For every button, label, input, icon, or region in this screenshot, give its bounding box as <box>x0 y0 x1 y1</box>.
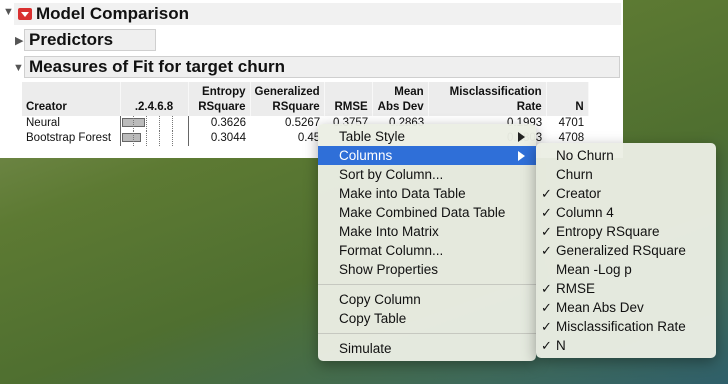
menu-item-label: Copy Column <box>339 292 421 307</box>
n-cell: 4701 <box>558 117 585 129</box>
menu-item-label: Columns <box>339 148 393 163</box>
menu-item-sort-by-column[interactable]: Sort by Column... <box>318 165 536 184</box>
page-title: Model Comparison <box>36 4 190 23</box>
col-n[interactable]: N <box>546 82 589 116</box>
entropy-cell: 0.3044 <box>210 132 246 144</box>
menu-item-copy-table[interactable]: Copy Table <box>318 309 536 328</box>
bar-cell <box>119 116 189 131</box>
column-option-label: RMSE <box>556 281 596 296</box>
column-option-misclassification-rate[interactable]: ✓ Misclassification Rate <box>536 317 716 336</box>
menu-separator <box>318 284 536 285</box>
rsquare-bar <box>121 133 141 142</box>
menu-item-table-style[interactable]: Table Style <box>318 127 536 146</box>
scale-tick <box>133 131 135 146</box>
creator-cell: Bootstrap Forest <box>26 132 112 144</box>
column-option-label: N <box>556 338 566 353</box>
menu-item-make-into-matrix[interactable]: Make Into Matrix <box>318 222 536 241</box>
scale-tick <box>158 116 160 131</box>
col-bar-scale[interactable]: .2.4.6.8 <box>120 82 189 116</box>
checkmark-icon: ✓ <box>541 300 552 315</box>
menu-item-label: Make Into Matrix <box>339 224 439 239</box>
menu-item-label: Make into Data Table <box>339 186 466 201</box>
col-misclassification-rate[interactable]: Misclassification Rate <box>428 82 547 116</box>
scale-tick <box>171 116 173 131</box>
column-option-label: Mean -Log p <box>556 262 632 277</box>
col-mean-abs-dev[interactable]: Mean Abs Dev <box>372 82 429 116</box>
menu-item-label: Simulate <box>339 341 392 356</box>
column-option-entropy-rsquare[interactable]: ✓ Entropy RSquare <box>536 222 716 241</box>
menu-item-label: Show Properties <box>339 262 439 277</box>
predictors-header[interactable]: Predictors <box>24 29 156 51</box>
column-option-label: Entropy RSquare <box>556 224 660 239</box>
column-option-mean-log-p[interactable]: Mean -Log p <box>536 260 716 279</box>
column-option-generalized-rsquare[interactable]: ✓ Generalized RSquare <box>536 241 716 260</box>
menu-item-format-column[interactable]: Format Column... <box>318 241 536 260</box>
submenu-arrow-icon <box>518 132 525 142</box>
menu-item-label: Copy Table <box>339 311 407 326</box>
context-menu: Table Style Columns Sort by Column... Make … <box>318 124 536 361</box>
scale-tick <box>146 116 148 131</box>
checkmark-icon: ✓ <box>541 338 552 353</box>
checkmark-icon: ✓ <box>541 281 552 296</box>
col-creator[interactable]: Creator <box>22 82 121 116</box>
red-triangle-menu-icon[interactable] <box>18 8 32 20</box>
scale-tick <box>158 131 160 146</box>
menu-item-label: Format Column... <box>339 243 444 258</box>
measures-header[interactable]: Measures of Fit for target churn <box>24 56 620 78</box>
column-option-churn[interactable]: Churn <box>536 165 716 184</box>
menu-item-columns[interactable]: Columns <box>318 146 536 165</box>
column-option-n[interactable]: ✓ N <box>536 336 716 355</box>
column-option-rmse[interactable]: ✓ RMSE <box>536 279 716 298</box>
disclosure-open-icon[interactable]: ▼ <box>13 62 24 74</box>
menu-item-make-combined-data-table[interactable]: Make Combined Data Table <box>318 203 536 222</box>
disclosure-open-icon[interactable]: ▼ <box>3 6 14 18</box>
col-generalized-rsquare[interactable]: Generalized RSquare <box>250 82 325 116</box>
submenu-arrow-icon <box>518 151 525 161</box>
col-rmse[interactable]: RMSE <box>324 82 373 116</box>
checkmark-icon: ✓ <box>541 186 552 201</box>
column-option-label: Churn <box>556 167 593 182</box>
column-option-label: Generalized RSquare <box>556 243 686 258</box>
column-option-mean-abs-dev[interactable]: ✓ Mean Abs Dev <box>536 298 716 317</box>
menu-item-copy-column[interactable]: Copy Column <box>318 290 536 309</box>
menu-item-simulate[interactable]: Simulate <box>318 339 536 358</box>
disclosure-closed-icon[interactable]: ▶ <box>15 34 23 47</box>
menu-item-label: Table Style <box>339 129 406 144</box>
menu-item-label: Make Combined Data Table <box>339 205 506 220</box>
creator-cell: Neural <box>26 117 60 129</box>
column-option-no-churn[interactable]: No Churn <box>536 146 716 165</box>
predictors-title: Predictors <box>29 30 114 49</box>
measures-title: Measures of Fit for target churn <box>29 57 285 76</box>
menu-item-show-properties[interactable]: Show Properties <box>318 260 536 279</box>
checkmark-icon: ✓ <box>541 319 552 334</box>
scale-tick <box>146 131 148 146</box>
scale-tick <box>133 116 135 131</box>
column-option-label: Misclassification Rate <box>556 319 686 334</box>
entropy-cell: 0.3626 <box>210 117 246 129</box>
column-option-label: Column 4 <box>556 205 614 220</box>
menu-item-label: Sort by Column... <box>339 167 444 182</box>
checkmark-icon: ✓ <box>541 205 552 220</box>
columns-submenu: No Churn Churn ✓ Creator ✓ Column 4 ✓ Entropy R… <box>536 143 716 358</box>
menu-separator <box>318 333 536 334</box>
checkmark-icon: ✓ <box>541 224 552 239</box>
column-option-creator[interactable]: ✓ Creator <box>536 184 716 203</box>
bar-cell <box>119 131 189 146</box>
checkmark-icon: ✓ <box>541 243 552 258</box>
generalized-cell: 0.45 <box>297 132 321 144</box>
column-option-label: Creator <box>556 186 602 201</box>
menu-item-make-into-data-table[interactable]: Make into Data Table <box>318 184 536 203</box>
generalized-cell: 0.5267 <box>285 117 321 129</box>
column-option-label: No Churn <box>556 148 614 163</box>
col-entropy-rsquare[interactable]: Entropy RSquare <box>188 82 251 116</box>
column-option-label: Mean Abs Dev <box>556 300 644 315</box>
scale-tick <box>171 131 173 146</box>
model-comparison-header[interactable]: Model Comparison <box>14 3 621 25</box>
column-option-column-4[interactable]: ✓ Column 4 <box>536 203 716 222</box>
